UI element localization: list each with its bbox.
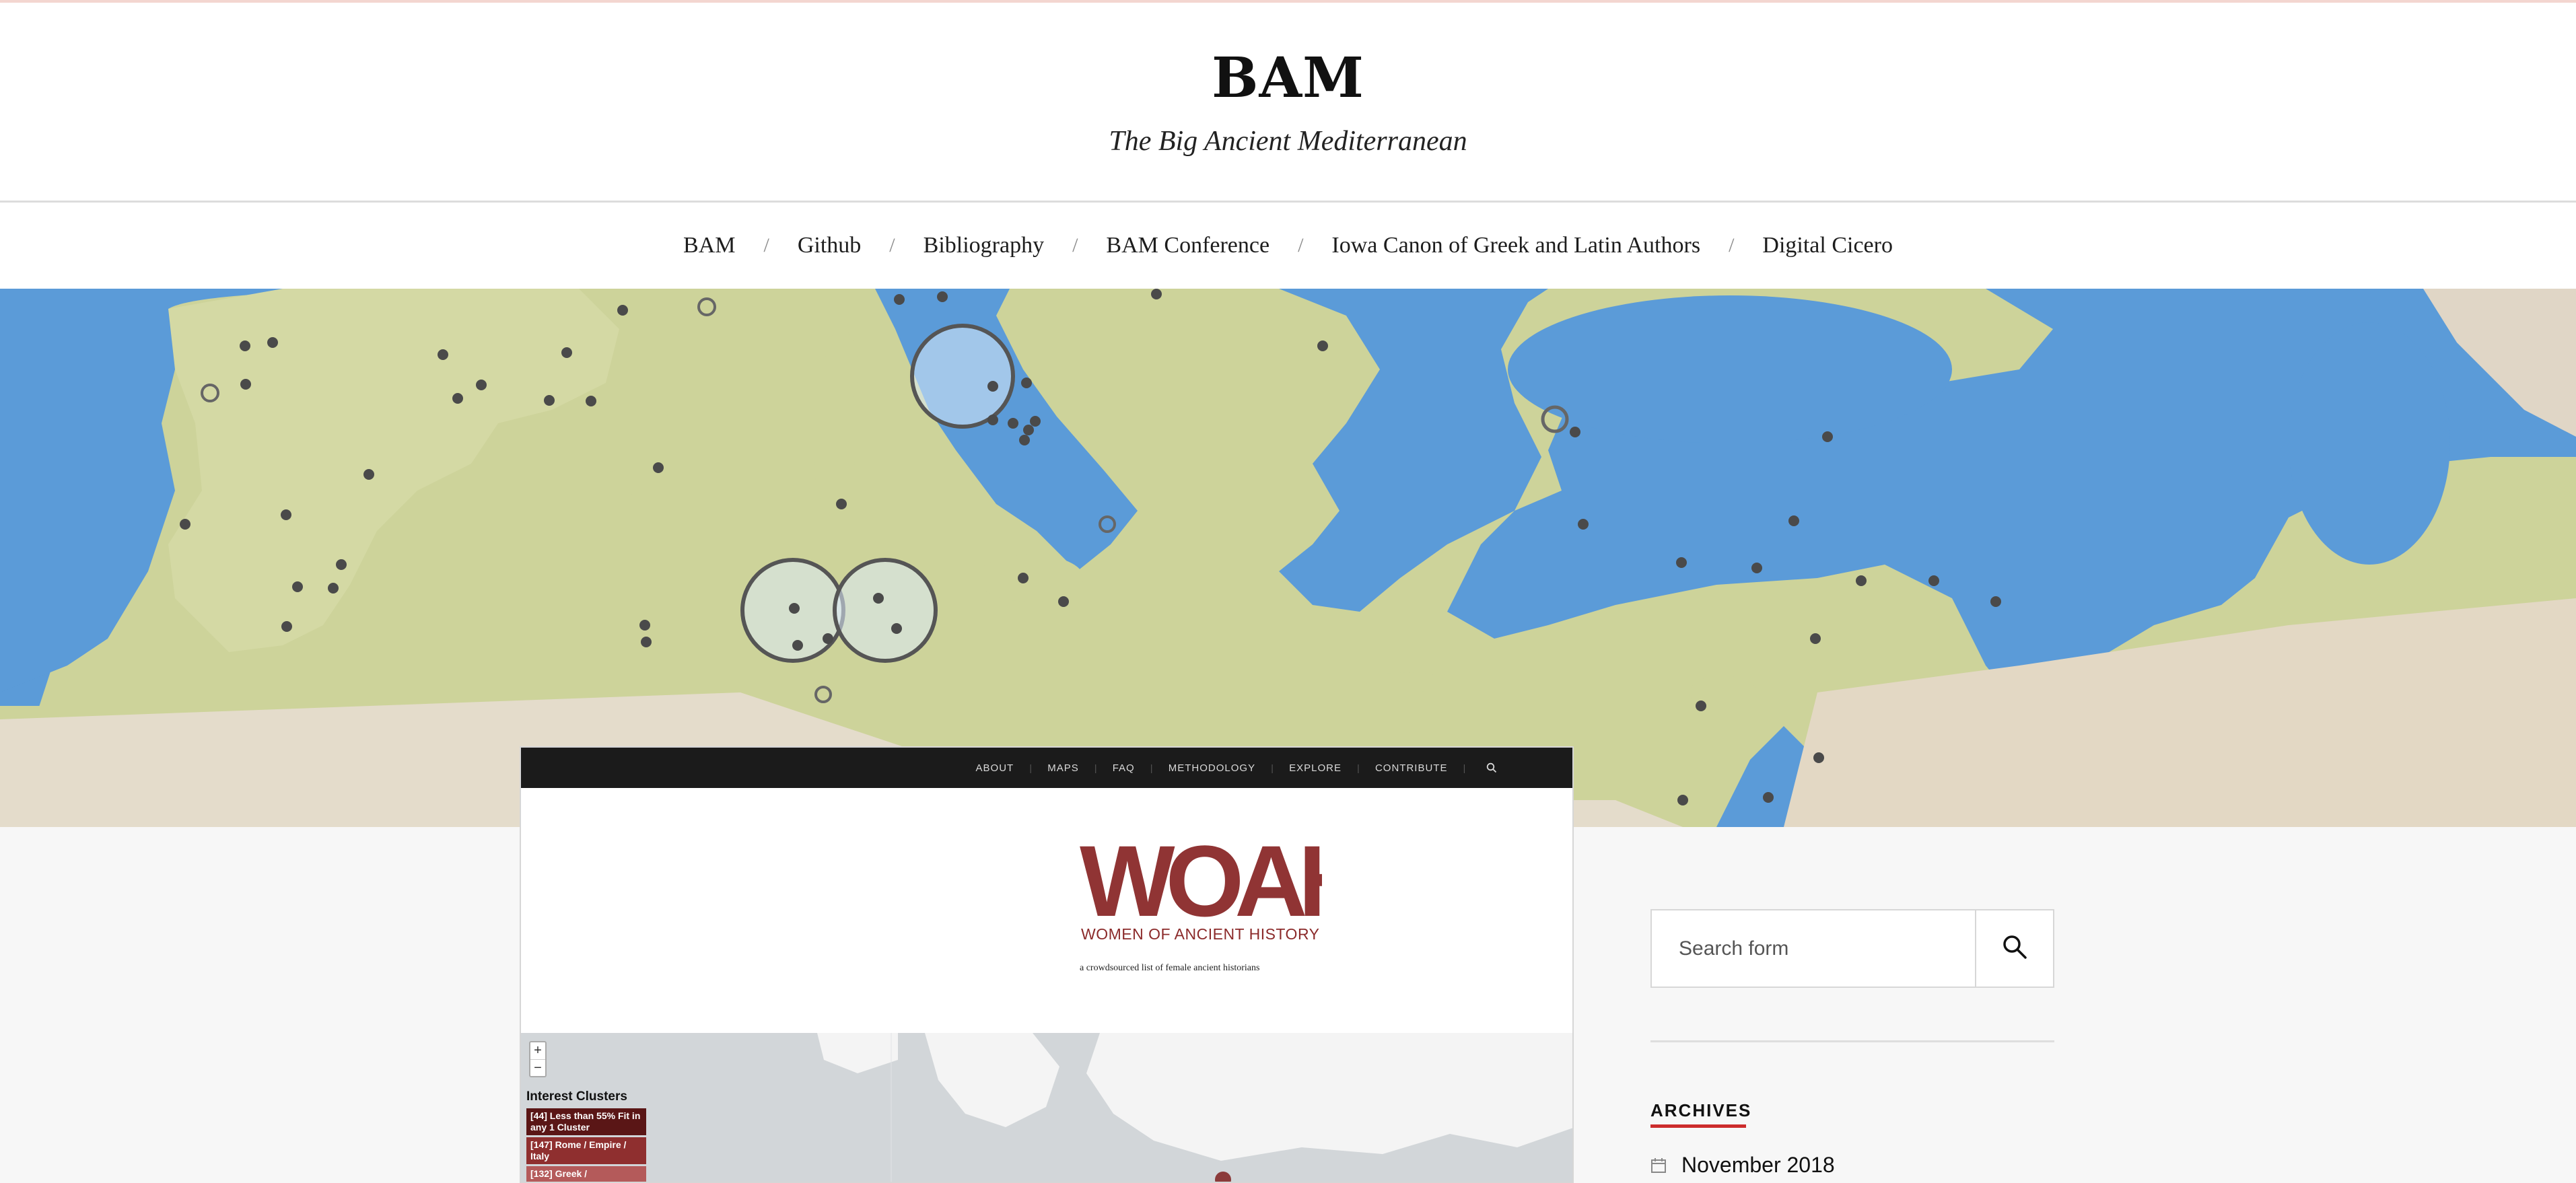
woah-search-icon (1486, 762, 1497, 773)
cluster-row[interactable]: [44] Less than 55% Fit in any 1 Cluster (526, 1108, 646, 1135)
woah-nav-separator: | (1094, 762, 1097, 773)
zoom-in-button[interactable]: + (530, 1042, 545, 1059)
nav-item-iowa-canon[interactable]: Iowa Canon of Greek and Latin Authors (1329, 233, 1703, 258)
woah-nav-separator: | (1150, 762, 1153, 773)
woah-logo-mark: WOAH (1080, 836, 1322, 917)
search-form (1650, 909, 2054, 988)
featured-post-image[interactable]: ABOUT | MAPS | FAQ | METHODOLOGY | EXPLO… (520, 746, 1574, 1183)
woah-world-map: + − Interest Clusters [44] Less than 55%… (521, 1033, 1572, 1182)
woah-nav-maps: MAPS (1047, 762, 1079, 774)
archives-heading: ARCHIVES (1650, 1100, 1752, 1120)
woah-nav-contribute: CONTRIBUTE (1374, 762, 1448, 774)
nav-item-bibliography[interactable]: Bibliography (921, 233, 1047, 258)
clusters-title: Interest Clusters (526, 1089, 627, 1104)
svg-text:WOAH: WOAH (1080, 836, 1322, 917)
woah-nav-separator: | (1271, 762, 1274, 773)
archive-link-november-2018[interactable]: November 2018 (1681, 1153, 1835, 1178)
nav-separator: / (763, 234, 769, 256)
site-tagline: The Big Ancient Mediterranean (1109, 126, 1467, 157)
nav-item-digital-cicero[interactable]: Digital Cicero (1760, 233, 1895, 258)
woah-nav-separator: | (1463, 762, 1466, 773)
calendar-icon (1650, 1157, 1667, 1174)
woah-logo-tagline: a crowdsourced list of female ancient hi… (1080, 963, 1260, 973)
woah-nav-bar: ABOUT | MAPS | FAQ | METHODOLOGY | EXPLO… (521, 748, 1572, 788)
woah-nav-separator: | (1357, 762, 1360, 773)
woah-logo-name: WOMEN OF ANCIENT HISTORY (1081, 925, 1320, 943)
search-button[interactable] (1976, 910, 2053, 987)
woah-logo: WOAH WOMEN OF ANCIENT HISTORY (1080, 836, 1322, 944)
zoom-out-button[interactable]: − (530, 1059, 545, 1076)
nav-separator: / (1298, 234, 1304, 256)
woah-nav-about: ABOUT (975, 762, 1014, 774)
main-navigation: BAM / Github / Bibliography / BAM Confer… (0, 203, 2576, 289)
site-title[interactable]: BAM (0, 46, 2576, 110)
nav-separator: / (1072, 234, 1078, 256)
map-zoom-control: + − (529, 1041, 547, 1077)
cluster-row[interactable]: [147] Rome / Empire / Italy (526, 1137, 646, 1164)
woah-nav-separator: | (1029, 762, 1033, 773)
nav-separator: / (1729, 234, 1735, 256)
woah-nav-methodology: METHODOLOGY (1168, 762, 1256, 774)
archives-heading-underline (1650, 1124, 1746, 1128)
nav-separator: / (889, 234, 895, 256)
search-input[interactable] (1652, 910, 1976, 987)
nav-item-bam[interactable]: BAM (681, 233, 738, 258)
search-icon (2001, 933, 2028, 964)
cluster-row[interactable]: [132] Greek / (526, 1166, 646, 1182)
nav-item-github[interactable]: Github (795, 233, 864, 258)
sidebar-divider (1650, 1040, 2054, 1042)
woah-nav-explore: EXPLORE (1289, 762, 1342, 774)
interest-clusters-legend: Interest Clusters [44] Less than 55% Fit… (526, 1089, 649, 1182)
woah-nav-faq: FAQ (1112, 762, 1135, 774)
world-map-background (521, 1033, 1572, 1182)
site-header: BAM The Big Ancient Mediterranean (0, 3, 2576, 203)
nav-item-bam-conference[interactable]: BAM Conference (1103, 233, 1272, 258)
archive-list-item: November 2018 (1650, 1153, 1835, 1178)
